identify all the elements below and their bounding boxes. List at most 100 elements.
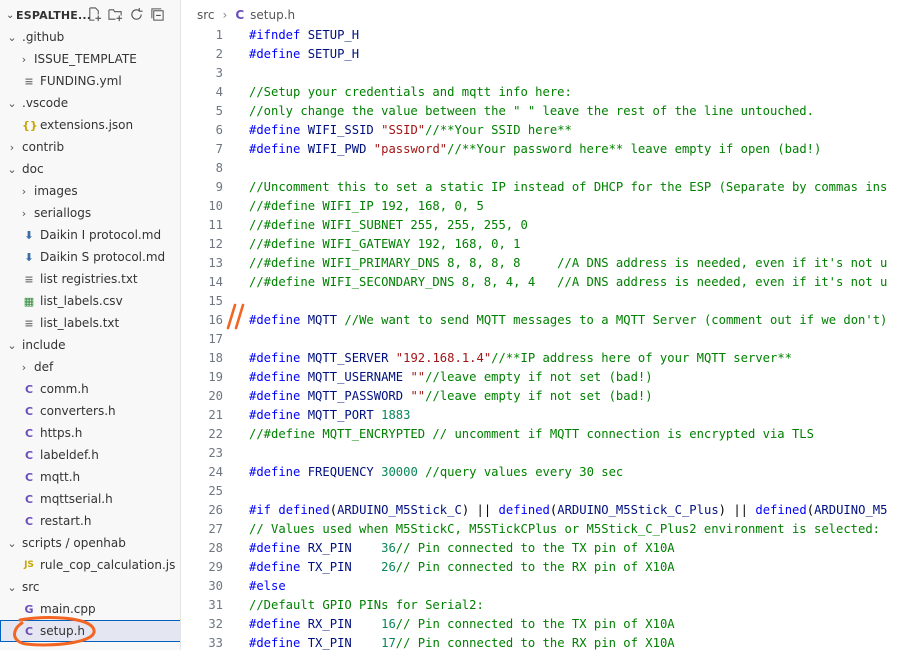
tree-file[interactable]: Cmqttserial.h: [0, 488, 180, 510]
tree-folder[interactable]: ⌄ .vscode: [0, 92, 180, 114]
code-line[interactable]: 18 #define MQTT_SERVER "192.168.1.4"//**I…: [181, 349, 915, 368]
tree-file[interactable]: ≡ list_labels.txt: [0, 312, 180, 334]
code-line[interactable]: 26 #if defined(ARDUINO_M5Stick_C) || defi…: [181, 501, 915, 520]
collapse-all-icon[interactable]: [150, 7, 165, 22]
tree-file[interactable]: ⬇ Daikin S protocol.md: [0, 246, 180, 268]
tree-folder[interactable]: ⌄ doc: [0, 158, 180, 180]
line-number: 3: [215, 66, 223, 80]
chevron-down-icon[interactable]: ⌄: [6, 163, 18, 176]
txt-file-icon: ≡: [24, 74, 34, 88]
tree-item-label: https.h: [40, 426, 83, 440]
code-line[interactable]: 16 #define MQTT //We want to send MQTT me…: [181, 311, 915, 330]
line-number: 18: [208, 351, 223, 365]
code-line[interactable]: 9 //Uncomment this to set a static IP ins…: [181, 178, 915, 197]
tree-file[interactable]: JS rule_cop_calculation.js: [0, 554, 180, 576]
tree-folder[interactable]: ⌄ scripts / openhab: [0, 532, 180, 554]
tree-file[interactable]: Gmain.cpp: [0, 598, 180, 620]
code-line[interactable]: 5 //only change the value between the " "…: [181, 102, 915, 121]
chevron-right-icon[interactable]: ›: [18, 361, 30, 374]
code-editor[interactable]: src › C setup.h 1 #ifndef SETUP_H 2 #define…: [181, 0, 915, 650]
code-line[interactable]: 23: [181, 444, 915, 463]
code-line[interactable]: 12 //#define WIFI_GATEWAY 192, 168, 0, 1: [181, 235, 915, 254]
code-line[interactable]: 14 //#define WIFI_SECONDARY_DNS 8, 8, 4, …: [181, 273, 915, 292]
breadcrumb-file[interactable]: setup.h: [250, 8, 295, 22]
tree-folder[interactable]: › ISSUE_TEMPLATE: [0, 48, 180, 70]
code-line[interactable]: 28 #define RX_PIN 36// Pin connected to t…: [181, 539, 915, 558]
code-line[interactable]: 8: [181, 159, 915, 178]
code-line[interactable]: 10 //#define WIFI_IP 192, 168, 0, 5: [181, 197, 915, 216]
code-line[interactable]: 6 #define WIFI_SSID "SSID"//**Your SSID h…: [181, 121, 915, 140]
tree-file[interactable]: Csetup.h: [0, 620, 180, 642]
chevron-right-icon[interactable]: ›: [18, 53, 30, 66]
tree-file[interactable]: ▦ list_labels.csv: [0, 290, 180, 312]
c-file-icon: C: [24, 624, 34, 638]
new-folder-icon[interactable]: [108, 7, 123, 22]
code-line[interactable]: 25: [181, 482, 915, 501]
code-line[interactable]: 3: [181, 64, 915, 83]
tree-file[interactable]: ≡ list registries.txt: [0, 268, 180, 290]
tree-folder[interactable]: ⌄ include: [0, 334, 180, 356]
code-lines[interactable]: 1 #ifndef SETUP_H 2 #define SETUP_H 3 4//Setu…: [181, 26, 915, 650]
chevron-down-icon[interactable]: ⌄: [6, 31, 18, 44]
tree-folder[interactable]: › contrib: [0, 136, 180, 158]
code-line[interactable]: 7 #define WIFI_PWD "password"//**Your pas…: [181, 140, 915, 159]
tree-folder[interactable]: › def: [0, 356, 180, 378]
code-line[interactable]: 29 #define TX_PIN 26// Pin connected to t…: [181, 558, 915, 577]
code-line[interactable]: 2 #define SETUP_H: [181, 45, 915, 64]
code-line[interactable]: 20 #define MQTT_PASSWORD ""//leave empty …: [181, 387, 915, 406]
code-line[interactable]: 21 #define MQTT_PORT 1883: [181, 406, 915, 425]
tree-file[interactable]: {} extensions.json: [0, 114, 180, 136]
code-token: // Pin connected to the TX pin of X10A: [395, 617, 675, 631]
code-line[interactable]: 17: [181, 330, 915, 349]
tree-file[interactable]: Ccomm.h: [0, 378, 180, 400]
workspace-title[interactable]: ESPALTHE...: [16, 9, 91, 22]
tree-folder[interactable]: › images: [0, 180, 180, 202]
tree-file[interactable]: ≡ FUNDING.yml: [0, 70, 180, 92]
tree-file[interactable]: Cmqtt.h: [0, 466, 180, 488]
code-token: //leave empty if not set (bad!): [425, 389, 653, 403]
tree-folder[interactable]: › seriallogs: [0, 202, 180, 224]
code-line[interactable]: 13 //#define WIFI_PRIMARY_DNS 8, 8, 8, 8 …: [181, 254, 915, 273]
tree-folder[interactable]: ⌄ .github: [0, 26, 180, 48]
code-line[interactable]: 4 //Setup your credentials and mqtt info …: [181, 83, 915, 102]
breadcrumb-folder[interactable]: src: [197, 8, 215, 22]
tree-item-label: .github: [22, 30, 65, 44]
tree-file[interactable]: Cconverters.h: [0, 400, 180, 422]
refresh-icon[interactable]: [129, 7, 144, 22]
chevron-right-icon[interactable]: ›: [6, 141, 18, 154]
tree-item-label: Daikin I protocol.md: [40, 228, 162, 242]
tree-file[interactable]: Clabeldef.h: [0, 444, 180, 466]
chevron-down-icon[interactable]: ⌄: [6, 339, 18, 352]
tree-file[interactable]: Crestart.h: [0, 510, 180, 532]
code-line[interactable]: 1 #ifndef SETUP_H: [181, 26, 915, 45]
code-line[interactable]: 30 #else: [181, 577, 915, 596]
code-line[interactable]: 24 #define FREQUENCY 30000 //query values…: [181, 463, 915, 482]
code-line[interactable]: 32 #define RX_PIN 16// Pin connected to t…: [181, 615, 915, 634]
code-token: (: [329, 503, 338, 517]
code-line[interactable]: 11 //#define WIFI_SUBNET 255, 255, 255, 0: [181, 216, 915, 235]
chevron-right-icon[interactable]: ›: [18, 207, 30, 220]
chevron-down-icon[interactable]: ⌄: [6, 10, 16, 21]
code-token: #define: [249, 541, 301, 555]
new-file-icon[interactable]: [87, 7, 102, 22]
code-line[interactable]: 33 #define TX_PIN 17// Pin connected to t…: [181, 634, 915, 650]
chevron-down-icon[interactable]: ⌄: [6, 537, 18, 550]
code-line[interactable]: 27 // Values used when M5StickC, M5STickC…: [181, 520, 915, 539]
code-line[interactable]: 19 #define MQTT_USERNAME ""//leave empty …: [181, 368, 915, 387]
tree-file[interactable]: Chttps.h: [0, 422, 180, 444]
chevron-right-icon[interactable]: ›: [18, 185, 30, 198]
line-text: #define MQTT_PASSWORD ""//leave empty if…: [223, 387, 653, 406]
tree-file[interactable]: ⬇ Daikin I protocol.md: [0, 224, 180, 246]
chevron-down-icon[interactable]: ⌄: [6, 97, 18, 110]
chevron-down-icon[interactable]: ⌄: [6, 581, 18, 594]
code-token: #if: [249, 503, 272, 517]
code-line[interactable]: 15: [181, 292, 915, 311]
tree-item-label: FUNDING.yml: [40, 74, 122, 88]
tree-folder[interactable]: ⌄ src: [0, 576, 180, 598]
code-line[interactable]: 22 //#define MQTT_ENCRYPTED // uncomment …: [181, 425, 915, 444]
code-line[interactable]: 31 //Default GPIO PINs for Serial2:: [181, 596, 915, 615]
